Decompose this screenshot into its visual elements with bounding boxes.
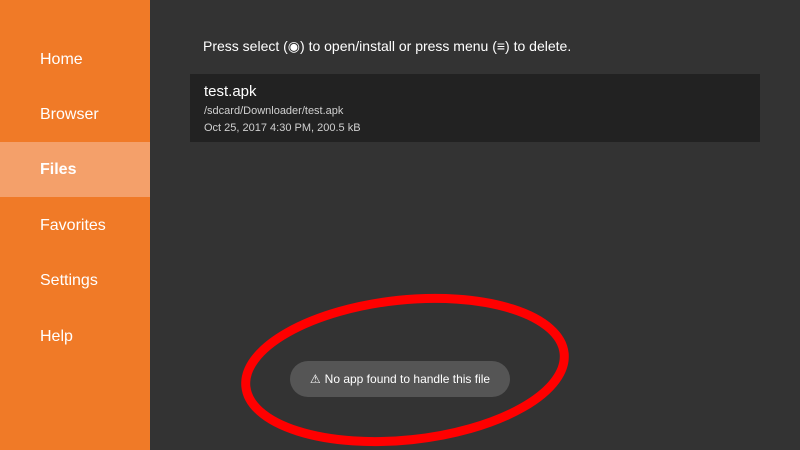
file-meta: Oct 25, 2017 4:30 PM, 200.5 kB [204, 122, 361, 134]
sidebar: Home Browser Files Favorites Settings He… [0, 0, 150, 450]
sidebar-item-home[interactable]: Home [0, 32, 150, 87]
toast-text: No app found to handle this file [324, 372, 491, 386]
toast-message: ⚠ No app found to handle this file [290, 361, 510, 397]
instructions-text: Press select (◉) to open/install or pres… [203, 38, 572, 54]
downloader-app: Home Browser Files Favorites Settings He… [0, 0, 800, 450]
sidebar-item-files[interactable]: Files [0, 142, 150, 197]
warning-icon: ⚠ [309, 372, 321, 386]
sidebar-item-browser[interactable]: Browser [0, 87, 150, 142]
file-list-item[interactable]: test.apk /sdcard/Downloader/test.apk Oct… [190, 74, 760, 142]
file-name: test.apk [204, 83, 257, 100]
sidebar-item-help[interactable]: Help [0, 309, 150, 364]
sidebar-item-settings[interactable]: Settings [0, 253, 150, 308]
file-path: /sdcard/Downloader/test.apk [204, 105, 344, 117]
sidebar-item-favorites[interactable]: Favorites [0, 198, 150, 253]
